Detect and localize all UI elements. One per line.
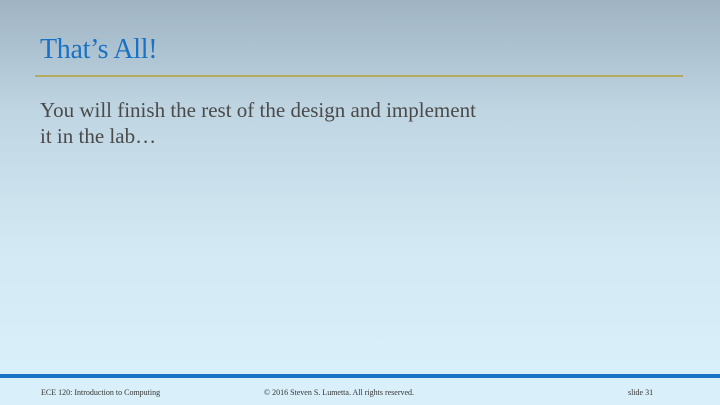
slide: That’s All! You will finish the rest of … xyxy=(0,0,720,405)
title-divider xyxy=(35,75,683,77)
footer-copyright: © 2016 Steven S. Lumetta. All rights res… xyxy=(264,388,415,397)
slide-title: That’s All! xyxy=(40,34,158,65)
footer-course-name: ECE 120: Introduction to Computing xyxy=(41,388,161,397)
slide-footer: ECE 120: Introduction to Computing © 201… xyxy=(0,378,720,405)
footer-slide-number: slide 31 xyxy=(628,388,654,397)
slide-body-text: You will finish the rest of the design a… xyxy=(40,98,476,148)
